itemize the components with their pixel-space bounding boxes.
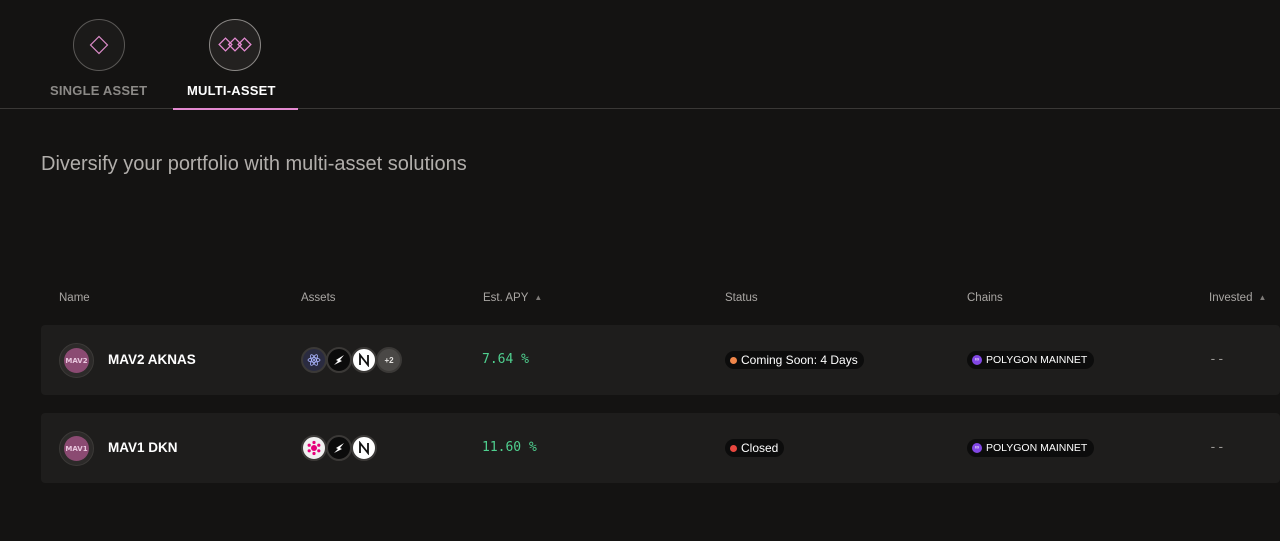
polygon-icon: ∞ xyxy=(972,355,982,365)
vault-name: MAV1 DKN xyxy=(108,440,178,455)
table-header: Name Assets Est. APY ▲︎ Status Chains In… xyxy=(0,290,1280,308)
status-dot xyxy=(730,444,737,452)
invested-value: -- xyxy=(1209,440,1225,455)
vault-logo: MAV2 xyxy=(59,343,94,378)
polygon-icon: ∞ xyxy=(972,443,982,453)
tab-multi-asset-label: MULTI-ASSET xyxy=(187,83,276,98)
table-row[interactable]: MAV1 MAV1 DKN 11.60 % Closed ∞ POLYGON M… xyxy=(41,413,1280,483)
chain-name: POLYGON MAINNET xyxy=(986,354,1088,366)
diamond-icon xyxy=(73,19,125,71)
column-header-chains: Chains xyxy=(967,292,1003,304)
status-badge: Closed xyxy=(725,439,785,457)
status-text: Closed xyxy=(741,441,779,455)
atom-icon xyxy=(301,347,327,373)
vault-logo-text: MAV2 xyxy=(64,348,89,373)
column-header-apy-label: Est. APY xyxy=(483,292,529,304)
column-header-invested-label: Invested xyxy=(1209,292,1253,304)
column-header-name: Name xyxy=(59,292,90,304)
near-icon xyxy=(351,435,377,461)
status-dot xyxy=(730,356,737,364)
asset-type-tabbar: SINGLE ASSET MULTI-ASSET xyxy=(0,0,1280,110)
chain-badge: ∞ POLYGON MAINNET xyxy=(967,439,1095,457)
vault-logo: MAV1 xyxy=(59,431,94,466)
polkadot-icon xyxy=(301,435,327,461)
column-header-name-label: Name xyxy=(59,292,90,304)
tab-single-asset[interactable]: SINGLE ASSET xyxy=(46,0,154,109)
multi-diamond-icon xyxy=(209,19,261,71)
column-header-chains-label: Chains xyxy=(967,292,1003,304)
chain-badge: ∞ POLYGON MAINNET xyxy=(967,351,1095,369)
dash-icon xyxy=(326,435,352,461)
chain-name: POLYGON MAINNET xyxy=(986,442,1088,454)
page: SINGLE ASSET MULTI-ASSET Diversify your … xyxy=(0,0,1280,541)
vault-name: MAV2 AKNAS xyxy=(108,352,196,367)
column-header-apy[interactable]: Est. APY ▲︎ xyxy=(483,292,542,304)
sort-icon[interactable]: ▲︎ xyxy=(534,294,542,302)
tab-multi-asset[interactable]: MULTI-ASSET xyxy=(173,0,298,110)
column-header-invested[interactable]: Invested ▲︎ xyxy=(1209,292,1266,304)
column-header-assets-label: Assets xyxy=(301,292,336,304)
column-header-status: Status xyxy=(725,292,758,304)
column-header-assets: Assets xyxy=(301,292,336,304)
apy-value: 7.64 % xyxy=(482,352,529,367)
page-headline: Diversify your portfolio with multi-asse… xyxy=(41,153,467,175)
column-header-status-label: Status xyxy=(725,292,758,304)
more-assets-badge[interactable]: +2 xyxy=(376,347,402,373)
status-badge: Coming Soon: 4 Days xyxy=(725,351,864,369)
vault-logo-text: MAV1 xyxy=(64,436,89,461)
apy-value: 11.60 % xyxy=(482,440,537,455)
sort-icon[interactable]: ▲︎ xyxy=(1258,294,1266,302)
status-text: Coming Soon: 4 Days xyxy=(741,353,858,367)
near-icon xyxy=(351,347,377,373)
active-tab-underline xyxy=(173,108,298,110)
dash-icon xyxy=(326,347,352,373)
table-row[interactable]: MAV2 MAV2 AKNAS +2 7.64 % Coming Soon: 4… xyxy=(41,325,1280,395)
tab-single-asset-label: SINGLE ASSET xyxy=(50,83,148,98)
invested-value: -- xyxy=(1209,352,1225,367)
